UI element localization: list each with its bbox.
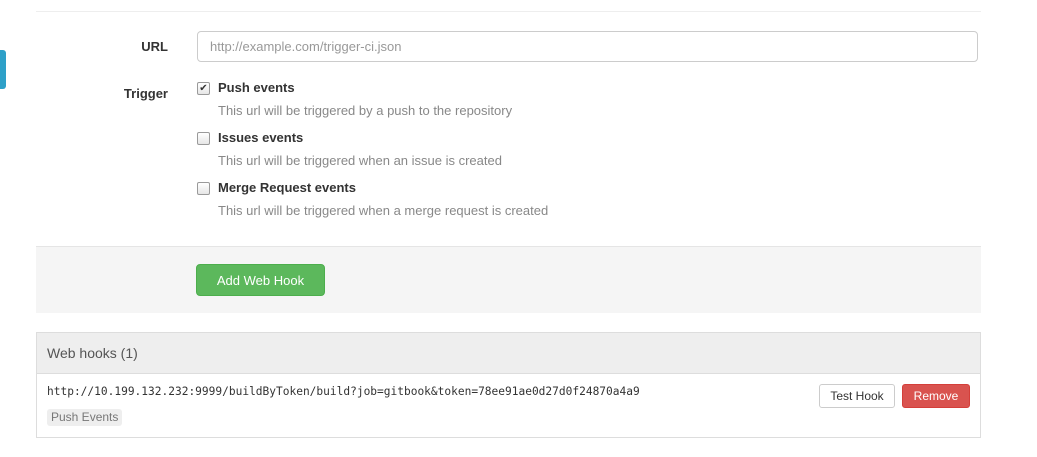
web-hooks-page: URL Trigger ✔ Push events This url will … <box>0 0 1037 457</box>
check-icon: ✔ <box>199 83 208 94</box>
side-tab-handle[interactable] <box>0 50 6 89</box>
top-divider <box>36 11 981 12</box>
push-events-label[interactable]: Push events <box>218 80 295 95</box>
issues-events-checkbox[interactable] <box>197 132 210 145</box>
merge-request-events-description: This url will be triggered when a merge … <box>218 203 549 218</box>
web-hooks-panel: Web hooks (1) http://10.199.132.232:9999… <box>36 332 981 438</box>
hook-events-badge: Push Events <box>47 409 123 426</box>
url-input[interactable] <box>197 31 978 62</box>
web-hooks-panel-heading: Web hooks (1) <box>37 333 980 374</box>
merge-request-events-checkbox[interactable] <box>197 182 210 195</box>
push-events-checkbox[interactable]: ✔ <box>197 82 210 95</box>
form-actions: Add Web Hook <box>36 246 981 313</box>
issues-events-label[interactable]: Issues events <box>218 130 303 145</box>
test-hook-button[interactable]: Test Hook <box>819 384 895 408</box>
add-web-hook-button[interactable]: Add Web Hook <box>196 264 325 296</box>
issues-events-description: This url will be triggered when an issue… <box>218 153 502 168</box>
url-label: URL <box>141 39 168 54</box>
push-events-description: This url will be triggered by a push to … <box>218 103 513 118</box>
trigger-label: Trigger <box>123 86 168 101</box>
hook-url: http://10.199.132.232:9999/buildByToken/… <box>47 385 640 398</box>
remove-hook-button[interactable]: Remove <box>902 384 970 408</box>
merge-request-events-label[interactable]: Merge Request events <box>218 180 356 195</box>
